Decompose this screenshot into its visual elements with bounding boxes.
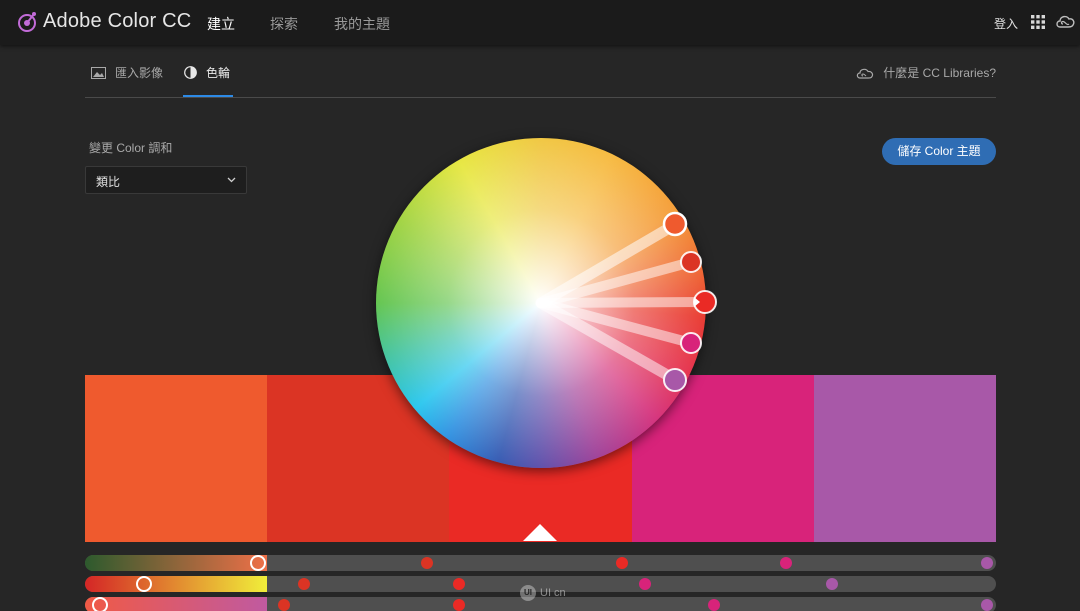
apps-grid-icon[interactable] [1031, 15, 1045, 29]
slider-1-dot-3 [780, 557, 793, 569]
cc-libraries-label: 什麼是 CC Libraries? [883, 66, 996, 80]
slider-3-gradient [85, 597, 267, 611]
slider-3-dot-1 [277, 599, 290, 611]
tab-color-wheel-label: 色輪 [206, 66, 231, 80]
slider-1[interactable] [85, 555, 996, 571]
slider-2-dot-1 [297, 578, 310, 590]
image-icon [91, 66, 106, 79]
app-title[interactable]: Adobe Color CC [43, 10, 191, 33]
wheel-handle-2[interactable] [680, 251, 702, 273]
slider-3-dot-3 [707, 599, 720, 611]
harmony-rule-label: 變更 Color 調和 [89, 141, 173, 155]
top-bar: Adobe Color CC 建立 探索 我的主題 登入 [0, 0, 1080, 45]
slider-2-dot-2 [452, 578, 465, 590]
chevron-down-icon [227, 177, 236, 183]
swatch-5[interactable] [813, 375, 997, 542]
mode-tabs: 匯入影像 色輪 什麼是 CC Libraries? [85, 46, 996, 98]
slider-1-handle[interactable] [250, 555, 267, 571]
nav-create[interactable]: 建立 [207, 14, 235, 34]
adobe-color-logo-icon[interactable] [16, 11, 38, 33]
slider-3-handle[interactable] [92, 597, 109, 611]
harmony-rule-dropdown[interactable]: 類比 [85, 166, 247, 194]
wheel-line-5 [535, 297, 682, 386]
wheel-line-3 [536, 297, 709, 308]
swatch-1[interactable] [85, 375, 268, 542]
nav-explore[interactable]: 探索 [270, 14, 298, 34]
tab-import-image-label: 匯入影像 [115, 66, 164, 80]
harmony-rule-value: 類比 [96, 175, 121, 189]
slider-2-gradient [85, 576, 267, 592]
creative-cloud-icon[interactable] [1055, 12, 1075, 30]
tab-import-image[interactable]: 匯入影像 [91, 64, 163, 81]
wheel-line-1 [535, 218, 682, 309]
cc-libraries-link[interactable]: 什麼是 CC Libraries? [856, 64, 996, 81]
slider-1-dot-2 [616, 557, 629, 569]
tab-color-wheel[interactable]: 色輪 [184, 64, 230, 81]
wheel-handle-4[interactable] [680, 332, 702, 354]
slider-3-dot-4 [980, 599, 993, 611]
wheel-handle-5[interactable] [663, 368, 687, 392]
slider-1-dot-4 [980, 557, 993, 569]
nav-my-themes[interactable]: 我的主題 [334, 14, 390, 34]
active-swatch-pointer [523, 524, 557, 541]
watermark-text: UI cn [540, 587, 566, 599]
login-link[interactable]: 登入 [994, 15, 1018, 32]
watermark: UI UI cn [520, 585, 566, 601]
active-tab-indicator [183, 95, 233, 97]
wheel-line-2 [536, 257, 696, 308]
color-wheel-icon [184, 66, 197, 79]
save-theme-button[interactable]: 儲存 Color 主題 [882, 138, 996, 165]
color-wheel-markers [535, 211, 717, 392]
slider-3-dot-2 [452, 599, 465, 611]
slider-1-gradient [85, 555, 267, 571]
wheel-handle-1[interactable] [662, 211, 688, 237]
slider-1-dot-1 [420, 557, 433, 569]
slider-2-dot-4 [826, 578, 839, 590]
wheel-line-4 [536, 298, 696, 348]
color-wheel[interactable] [376, 138, 717, 468]
creative-cloud-icon [857, 68, 874, 79]
watermark-logo-icon: UI [520, 585, 536, 601]
slider-2-dot-3 [639, 578, 652, 590]
